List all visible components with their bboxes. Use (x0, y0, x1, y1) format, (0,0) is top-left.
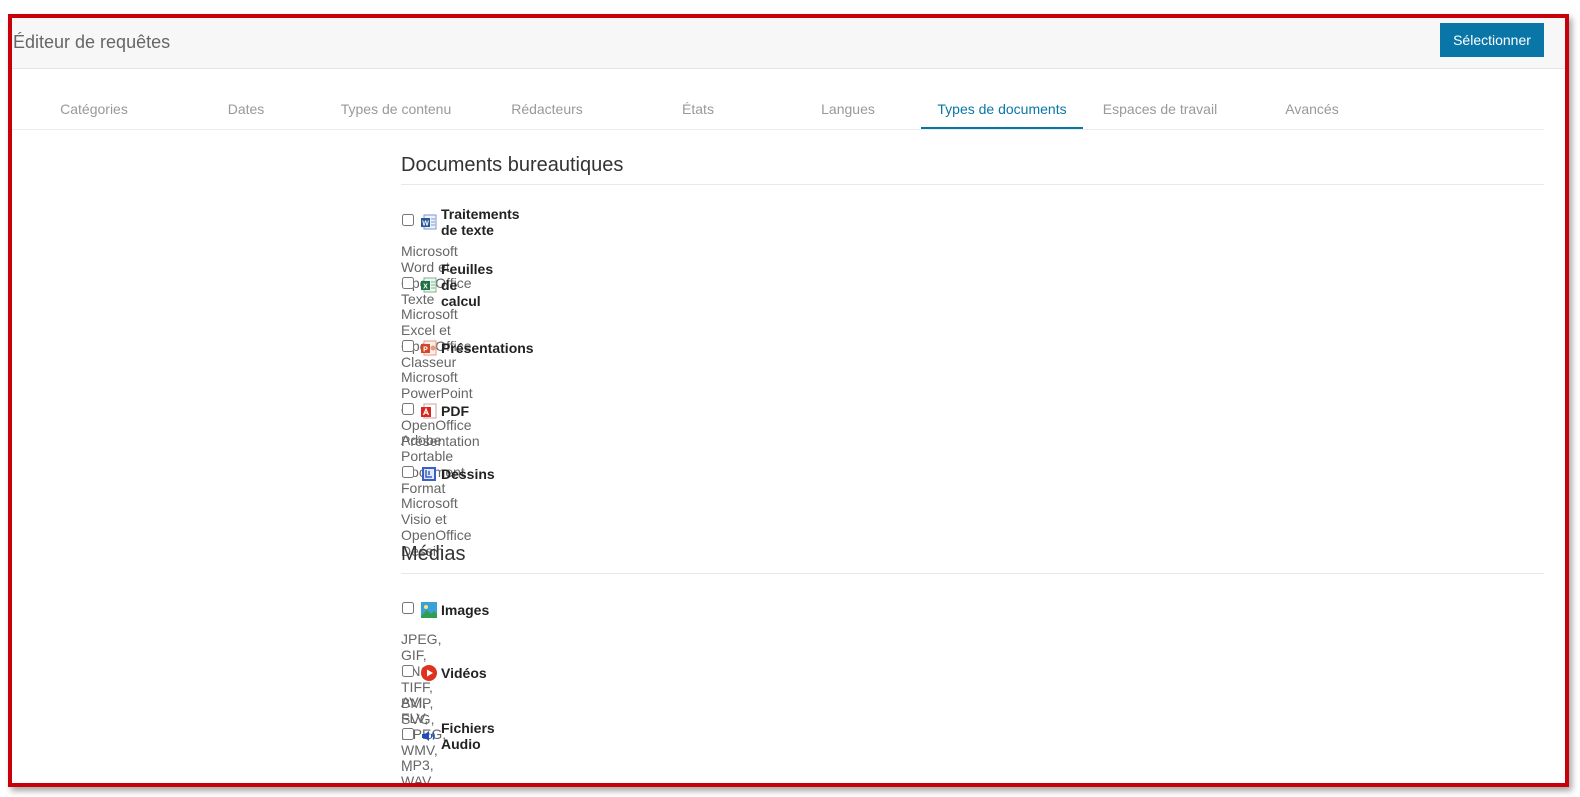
svg-text:W: W (422, 221, 429, 228)
word-processing-checkbox[interactable] (402, 214, 414, 226)
page-title: Éditeur de requêtes (13, 32, 171, 52)
svg-text:X: X (423, 284, 428, 291)
header-bar: Éditeur de requêtes Sélectionner (12, 18, 1565, 69)
item-label: Présentations (441, 340, 534, 356)
tab-editors[interactable]: Rédacteurs (466, 90, 628, 129)
query-editor-window: Éditeur de requêtes Sélectionner Catégor… (8, 14, 1569, 787)
tab-bar: Catégories Dates Types de contenu Rédact… (12, 90, 1544, 130)
tab-advanced[interactable]: Avancés (1231, 90, 1393, 129)
image-icon (421, 602, 437, 618)
section-title-media: Médias (401, 543, 1544, 574)
tab-categories[interactable]: Catégories (13, 90, 175, 129)
tab-document-types[interactable]: Types de documents (921, 90, 1083, 129)
spreadsheets-checkbox[interactable] (402, 277, 414, 289)
tab-languages[interactable]: Langues (767, 90, 929, 129)
audio-icon (421, 728, 437, 744)
item-description: MP3, WAV, AAC, ... (401, 757, 434, 787)
item-label: Feuilles de calcul (441, 261, 494, 309)
video-icon (421, 665, 437, 681)
tab-workspaces[interactable]: Espaces de travail (1079, 90, 1241, 129)
audio-files-checkbox[interactable] (402, 728, 414, 740)
powerpoint-icon: P (421, 340, 437, 356)
images-checkbox[interactable] (402, 602, 414, 614)
pdf-icon (421, 403, 437, 419)
svg-text:P: P (423, 347, 428, 354)
select-button[interactable]: Sélectionner (1440, 23, 1544, 57)
item-label: Images (441, 602, 490, 618)
tab-states[interactable]: États (617, 90, 779, 129)
item-label: Dessins (441, 466, 495, 482)
tab-dates[interactable]: Dates (165, 90, 327, 129)
drawings-checkbox[interactable] (402, 466, 414, 478)
presentations-checkbox[interactable] (402, 340, 414, 352)
document-types-panel: Documents bureautiques W Traitements de … (401, 154, 1544, 783)
item-label: PDF (441, 403, 469, 419)
item-label: Vidéos (441, 665, 487, 681)
videos-checkbox[interactable] (402, 665, 414, 677)
word-icon: W (421, 214, 437, 230)
tab-content-types[interactable]: Types de contenu (315, 90, 477, 129)
excel-icon: X (421, 277, 437, 293)
section-title-office-documents: Documents bureautiques (401, 154, 1544, 185)
item-label: Fichiers Audio (441, 720, 495, 752)
pdf-checkbox[interactable] (402, 403, 414, 415)
media-section: Médias (401, 543, 1544, 574)
drawing-icon (421, 466, 437, 482)
item-label: Traitements de texte (441, 206, 520, 238)
